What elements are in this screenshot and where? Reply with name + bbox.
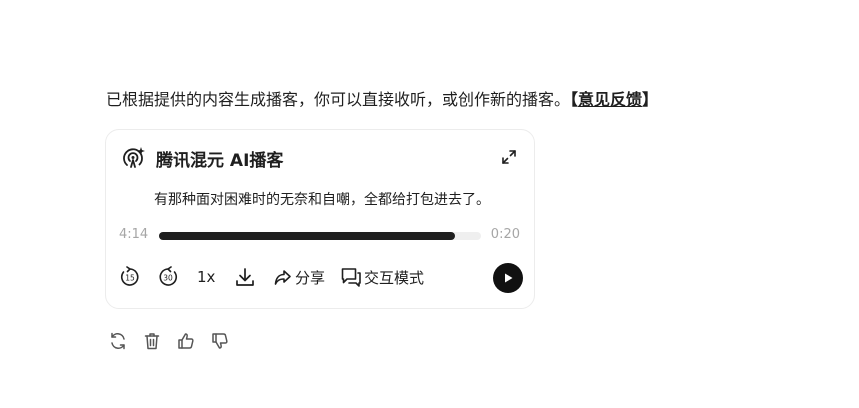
- duration-time: 0:20: [490, 227, 520, 242]
- chat-bubble-icon: [340, 266, 362, 288]
- speed-label: 1x: [197, 268, 216, 286]
- share-icon: [273, 267, 293, 287]
- expand-icon[interactable]: [501, 149, 517, 165]
- svg-text:15: 15: [125, 274, 135, 283]
- thumbs-up-icon[interactable]: [176, 331, 196, 351]
- share-label: 分享: [295, 268, 326, 287]
- podcast-header: 腾讯混元 AI播客: [120, 145, 283, 171]
- feedback-label[interactable]: 意见反馈: [578, 90, 642, 109]
- feedback-bracket-close: 】: [642, 90, 659, 109]
- share-button[interactable]: 分享: [273, 264, 325, 290]
- current-time: 4:14: [119, 227, 149, 242]
- transcript-text: 有那种面对困难时的无奈和自嘲，全都给打包进去了。: [154, 192, 490, 208]
- rewind-15-icon[interactable]: 15: [119, 264, 141, 290]
- forward-30-icon[interactable]: 30: [157, 264, 179, 290]
- speed-button[interactable]: 1x: [197, 264, 215, 290]
- feedback-link[interactable]: 【意见反馈】: [570, 90, 658, 109]
- message-text: 已根据提供的内容生成播客，你可以直接收听，或创作新的播客。: [106, 90, 571, 109]
- thumbs-down-icon[interactable]: [210, 331, 230, 351]
- interactive-mode-label: 交互模式: [364, 268, 425, 287]
- download-icon[interactable]: [234, 264, 256, 290]
- progress-bar[interactable]: [159, 232, 481, 240]
- assistant-message: 已根据提供的内容生成播客，你可以直接收听，或创作新的播客。【意见反馈】: [106, 89, 658, 111]
- podcast-card: 腾讯混元 AI播客 有那种面对困难时的无奈和自嘲，全都给打包进去了。 4:14 …: [105, 129, 535, 309]
- refresh-icon[interactable]: [108, 331, 128, 351]
- feedback-bracket-open: 【: [570, 90, 579, 109]
- podcast-title: 腾讯混元 AI播客: [156, 150, 284, 171]
- progress-fill: [159, 232, 456, 240]
- podcast-sparkle-icon: [120, 145, 146, 171]
- play-button[interactable]: [493, 263, 523, 293]
- svg-text:30: 30: [163, 274, 173, 283]
- interactive-mode-button[interactable]: 交互模式: [340, 264, 424, 290]
- delete-icon[interactable]: [142, 331, 162, 351]
- player-controls: 15 30 1x 分享 交互模式: [119, 263, 523, 293]
- play-icon: [502, 269, 514, 288]
